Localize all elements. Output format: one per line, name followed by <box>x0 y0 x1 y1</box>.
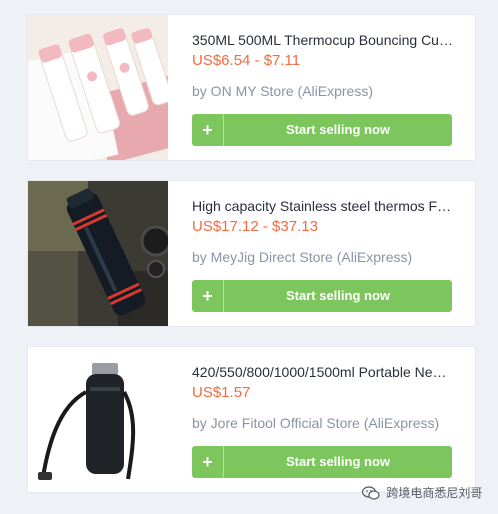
product-store[interactable]: by MeyJig Direct Store (AliExpress) <box>192 248 412 266</box>
plus-icon: + <box>192 446 224 478</box>
start-selling-button[interactable]: + Start selling now <box>192 446 452 478</box>
plus-icon: + <box>192 280 224 312</box>
plus-icon: + <box>192 114 224 146</box>
start-selling-button[interactable]: + Start selling now <box>192 280 452 312</box>
product-image[interactable] <box>28 181 168 326</box>
product-card: 350ML 500ML Thermocup Bouncing Cup Stain… <box>27 14 476 161</box>
product-image[interactable] <box>28 15 168 160</box>
start-selling-label: Start selling now <box>285 122 390 137</box>
watermark-text: 跨境电商悉尼刘哥 <box>386 486 483 500</box>
start-selling-button[interactable]: + Start selling now <box>192 114 452 146</box>
wechat-icon <box>361 486 380 503</box>
product-price: US$1.57 <box>192 384 251 401</box>
start-selling-label: Start selling now <box>285 288 390 303</box>
product-price: US$17.12 - $37.13 <box>192 218 318 235</box>
product-title[interactable]: 420/550/800/1000/1500ml Portable Neopren… <box>192 363 454 381</box>
product-store[interactable]: by Jore Fitool Official Store (AliExpres… <box>192 414 439 432</box>
product-title[interactable]: High capacity Stainless steel thermos Fl… <box>192 197 454 215</box>
start-selling-label: Start selling now <box>285 454 390 469</box>
product-card: 420/550/800/1000/1500ml Portable Neopren… <box>27 346 476 493</box>
product-image[interactable] <box>28 347 168 492</box>
product-price: US$6.54 - $7.11 <box>192 52 301 69</box>
product-store[interactable]: by ON MY Store (AliExpress) <box>192 82 373 100</box>
product-title[interactable]: 350ML 500ML Thermocup Bouncing Cup Stain… <box>192 31 454 49</box>
product-card: High capacity Stainless steel thermos Fl… <box>27 180 476 327</box>
watermark: 跨境电商悉尼刘哥 <box>361 484 483 503</box>
